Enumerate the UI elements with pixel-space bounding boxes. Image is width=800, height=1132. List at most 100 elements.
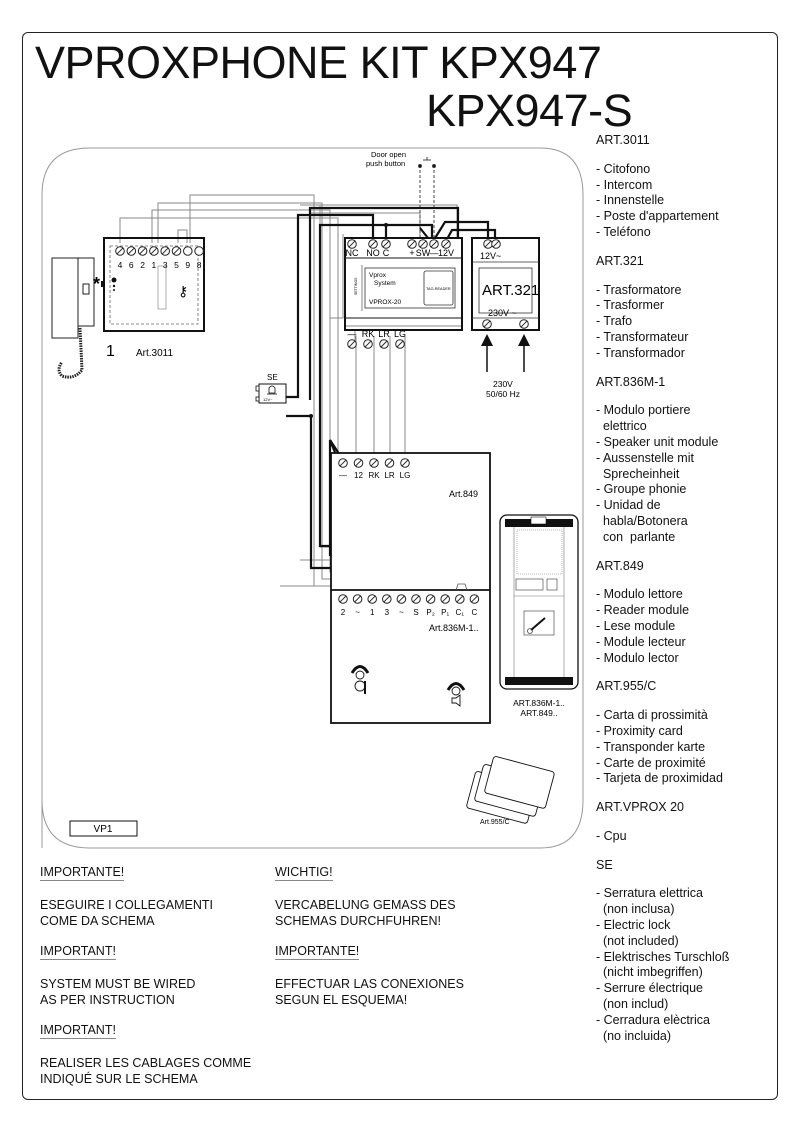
legend-item: - Serrure électrique [596, 981, 703, 996]
legend-item: - Speaker unit module [596, 434, 719, 449]
reader-terminal-screw [384, 458, 395, 468]
cpu-top-label: C [383, 248, 390, 258]
cpu-bottom-label: — [348, 329, 357, 339]
reader-terminal-label: RK [368, 471, 380, 480]
cpu-top-screw [441, 239, 451, 249]
legend-item: - Innenstelle [596, 193, 665, 208]
transformer-out-screw [483, 239, 493, 249]
cpu-top-screw [381, 239, 391, 249]
cpu-top-label: NO [366, 248, 380, 258]
intercom-handset [51, 257, 95, 379]
cards-label: Art.955/C [480, 819, 510, 826]
cpu-bottom-terminals: — RK LR LG [347, 329, 406, 349]
legend-item: (non includ) [596, 997, 669, 1012]
reader-terminal-screw [369, 458, 379, 468]
transformer-out-label: 12V~ [480, 251, 501, 261]
intercom-terminal-label: 3 [163, 260, 168, 270]
asterisk-label: * [93, 274, 100, 294]
legend-item: - Transformateur [596, 329, 689, 344]
intercom-terminal-label: 1 [152, 260, 157, 270]
note-text: REALISER LES CABLAGES COMME INDIQUÉ SUR … [40, 1056, 252, 1086]
intercom-terminal-screw [183, 246, 193, 256]
parts-legend: ART.3011 - Citofono - Intercom - Innenstell… [596, 133, 776, 1057]
note-heading: WICHTIG! [275, 865, 333, 881]
legend-item-list: - Carta di prossimità - Proximity card - T… [596, 708, 776, 787]
speaker-terminal-screw [352, 594, 363, 604]
door-button-label: Door open push button [366, 150, 406, 168]
cpu-top-label: SW [416, 248, 431, 258]
legend-item: - Modulo lector [596, 650, 679, 665]
legend-article: ART.955/C [596, 679, 657, 694]
cpu-bottom-screw [363, 339, 373, 349]
transformer-label: ART.321 [482, 282, 539, 299]
notes-right-column: WICHTIG! VERCABELUNG GEMASS DES SCHEMAS D… [275, 864, 515, 1022]
notes-left-column: IMPORTANTE! ESEGUIRE I COLLEGAMENTI COME … [40, 864, 280, 1101]
cpu-brand-2: System [374, 280, 396, 287]
intercom-terminal-label: 5 [174, 260, 179, 270]
intercom-terminal-screw [126, 246, 137, 256]
cpu-model: VPROX-20 [369, 299, 402, 306]
legend-item: - Proximity card [596, 723, 683, 738]
intercom-terminal-label: 6 [129, 260, 134, 270]
legend-item: (non inclusa) [596, 902, 675, 917]
speaker-terminal-screw [440, 594, 450, 604]
speaker-terminal-label: P₁ [441, 608, 449, 617]
cpu-brand: Vprox [369, 272, 387, 279]
settings-label: SETTINGS [354, 277, 358, 295]
legend-item: - Intercom [596, 177, 653, 192]
door-panel [499, 514, 579, 690]
legend-item: (not included) [596, 933, 679, 948]
legend-item: - Poste d'appartement [596, 209, 719, 224]
legend-item-list: - Cpu [596, 829, 776, 845]
transformer-in-screw [482, 319, 492, 329]
reader-terminal-label: LG [400, 471, 411, 480]
legend-item: (no incluida) [596, 1028, 672, 1043]
speaker-terminal-label: ~ [355, 608, 360, 617]
legend-item-list: - Modulo portiere elettrico - Speaker uni… [596, 403, 776, 545]
note-heading: IMPORTANTE! [40, 865, 125, 881]
legend-item: - Modulo portiere [596, 403, 691, 418]
legend-item: - Module lecteur [596, 634, 686, 649]
speaker-terminal-screw [425, 594, 436, 604]
cpu-bottom-screw [379, 339, 389, 349]
note-heading: IMPORTANT! [40, 944, 116, 960]
reader-terminal-label: LR [384, 471, 394, 480]
speaker-terminal-label: 2 [341, 608, 346, 617]
speaker-terminal-screw [382, 594, 392, 604]
legend-item: - Trafo [596, 314, 633, 329]
cpu-top-label: + [409, 248, 414, 258]
legend-item: - Transformador [596, 345, 685, 360]
speaker-terminal-screw [455, 594, 465, 604]
legend-item: - Cerradura elèctrica [596, 1012, 710, 1027]
legend-item: - Trasformer [596, 298, 665, 313]
legend-item: - Unidad de [596, 498, 661, 513]
intercom-terminal-label: 4 [118, 260, 123, 270]
proximity-cards [466, 756, 555, 824]
reader-terminal-screw [338, 458, 348, 468]
reader-terminal-screw [353, 458, 364, 468]
legend-item: - Electric lock [596, 918, 671, 933]
legend-item: - Citofono [596, 161, 651, 176]
legend-item: - Teléfono [596, 224, 651, 239]
speaker-terminal-label: C₁ [456, 608, 465, 617]
intercom-terminal-screw [160, 246, 170, 256]
intercom-terminal-label: 8 [197, 260, 202, 270]
legend-item: (nicht imbegriffen) [596, 965, 703, 980]
legend-item: - Modulo lettore [596, 587, 683, 602]
diagram-code: VP1 [94, 824, 113, 835]
lock-voltage: 12V~ [263, 397, 273, 402]
legend-item: - Transponder karte [596, 739, 706, 754]
legend-item-list: - Serratura elettrica (non inclusa) - Ele… [596, 886, 776, 1044]
transformer-in-screw [519, 319, 529, 329]
legend-item-list: - Citofono - Intercom - Innenstelle - Poste… [596, 162, 776, 241]
speaker-terminal-screw [396, 594, 407, 604]
legend-item-list: - Trasformatore - Trasformer - Trafo - Tran… [596, 283, 776, 362]
legend-article: ART.VPROX 20 [596, 800, 685, 815]
legend-article: ART.3011 [596, 133, 650, 147]
cpu-top-label: 12V [438, 248, 454, 258]
junction-dot [309, 414, 313, 418]
reader-terminal-label: — [339, 471, 347, 480]
legend-item-list: - Modulo lettore - Reader module - Lese mo… [596, 587, 776, 666]
legend-item: - Serratura elettrica [596, 886, 703, 901]
speaker-terminal-label: P₂ [426, 608, 434, 617]
